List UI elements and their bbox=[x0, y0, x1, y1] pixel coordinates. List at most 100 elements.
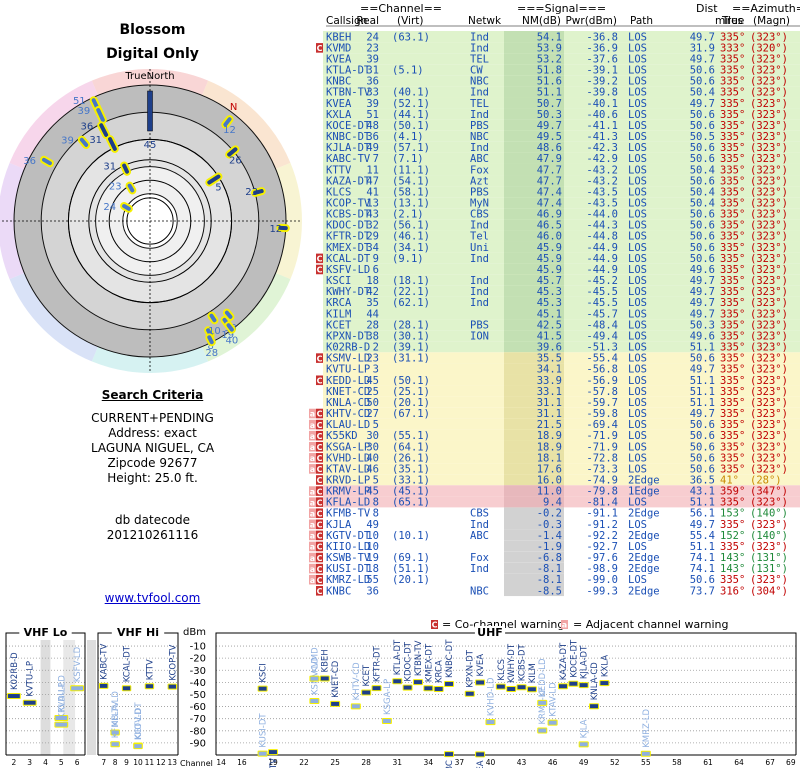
badge-letter: a bbox=[310, 443, 315, 452]
radar-marker-label: 39 bbox=[61, 136, 74, 147]
badge-letter: C bbox=[317, 498, 323, 507]
table-column-header: (Virt) bbox=[397, 15, 424, 27]
signal-mark bbox=[8, 694, 20, 699]
signal-mark-label: KHTV-CD bbox=[352, 662, 362, 700]
signal-mark-label: KTAV-LD bbox=[549, 682, 559, 717]
badge-letter: C bbox=[317, 476, 323, 485]
badge-letter: C bbox=[317, 543, 323, 552]
table-group-signal: ===Signal=== bbox=[517, 2, 606, 15]
signal-mark bbox=[310, 676, 319, 681]
x-tick-label: 2 bbox=[12, 758, 17, 767]
table-path: 2Edge bbox=[628, 585, 660, 597]
signal-mark bbox=[507, 687, 516, 692]
badge-letter: a bbox=[310, 487, 315, 496]
panel-title: UHF bbox=[477, 626, 503, 639]
signal-mark bbox=[362, 690, 371, 695]
signal-mark bbox=[393, 679, 402, 684]
legend-adjacent-letter: a bbox=[562, 621, 567, 630]
x-tick-label: 5 bbox=[59, 758, 64, 767]
signal-mark-label: KMRZ-LD bbox=[642, 708, 652, 747]
badge-letter: C bbox=[317, 454, 323, 463]
y-tick-label: -60 bbox=[190, 702, 206, 713]
signal-mark-label: KRCA bbox=[435, 660, 445, 683]
panel-title: VHF Hi bbox=[117, 626, 159, 639]
signal-mark bbox=[351, 704, 360, 709]
signal-mark-label: KDOC-DT bbox=[404, 641, 414, 681]
table-azimuth-magnetic: (304°) bbox=[750, 585, 788, 597]
badge-letter: a bbox=[310, 521, 315, 530]
table-column-header: Path bbox=[630, 15, 653, 27]
signal-mark-label: KCET bbox=[362, 664, 372, 686]
signal-mark bbox=[258, 686, 267, 691]
table-group-channel: ==Channel== bbox=[360, 2, 442, 15]
radar-marker-label: 31 bbox=[103, 162, 116, 173]
table-virtual-channel: (31.1) bbox=[392, 353, 430, 365]
signal-mark-label: KCBS-DT bbox=[518, 643, 528, 681]
signal-mark-label: KCAL-DT bbox=[123, 645, 133, 682]
signal-mark bbox=[569, 681, 578, 686]
signal-mark bbox=[71, 686, 83, 691]
y-tick-label: -50 bbox=[190, 690, 206, 701]
signal-mark-label: KOCE-DT bbox=[569, 639, 579, 678]
legend-cochannel-letter: C bbox=[432, 621, 438, 630]
signal-mark bbox=[641, 751, 650, 756]
signal-mark-label: KVHD-LD bbox=[486, 677, 496, 716]
x-tick-label: 7 bbox=[101, 758, 106, 767]
signal-mark-label: KXLA bbox=[600, 655, 610, 677]
radar-marker bbox=[127, 183, 135, 193]
badge-letter: a bbox=[310, 498, 315, 507]
criteria-datecode: 201210261116 bbox=[106, 528, 199, 542]
magnetic-north-label: N bbox=[230, 102, 237, 113]
badge-letter: a bbox=[310, 543, 315, 552]
signal-mark-label: KBEH bbox=[321, 649, 331, 672]
badge-letter: C bbox=[317, 565, 323, 574]
signal-mark bbox=[538, 700, 547, 705]
badge-letter: C bbox=[317, 432, 323, 441]
signal-mark-label: KWHY-DT bbox=[507, 643, 517, 683]
signal-mark bbox=[434, 687, 443, 692]
radar-marker-label: 5 bbox=[215, 183, 221, 194]
x-tick-label: 58 bbox=[672, 758, 682, 767]
signal-mark-label: KMEX-DT bbox=[424, 643, 434, 682]
signal-mark-label: KVEA bbox=[476, 654, 486, 677]
signal-mark-label: K02RB-D bbox=[10, 652, 20, 690]
signal-mark bbox=[403, 685, 412, 690]
x-tick-label: 6 bbox=[75, 758, 80, 767]
criteria-city: LAGUNA NIGUEL, CA bbox=[90, 441, 215, 455]
criteria-address: Address: exact bbox=[108, 426, 197, 440]
signal-mark bbox=[517, 685, 526, 690]
signal-mark-label: KSFV-LD bbox=[73, 646, 83, 682]
badge-letter: C bbox=[317, 532, 323, 541]
x-tick-label: 64 bbox=[734, 758, 744, 767]
badge-letter: C bbox=[317, 554, 323, 563]
y-tick-label: -20 bbox=[190, 654, 206, 665]
signal-mark-label: KVEA bbox=[476, 760, 486, 768]
y-axis-label: dBm bbox=[183, 627, 206, 638]
signal-mark-label: KVMD bbox=[310, 647, 320, 673]
radar-marker-label: 23 bbox=[245, 187, 258, 198]
signal-mark-label: KAZA-DT bbox=[559, 642, 569, 680]
x-tick-label: 4 bbox=[43, 758, 48, 767]
table-network: ION bbox=[470, 330, 489, 342]
tvfool-link[interactable]: www.tvfool.com bbox=[0, 591, 305, 605]
badge-letter: C bbox=[317, 509, 323, 518]
table-group-azimuth: ==Azimuth== bbox=[732, 2, 800, 15]
radar-marker bbox=[122, 163, 130, 174]
signal-mark-label: KIIO-LD bbox=[134, 708, 144, 740]
badge-letter: C bbox=[317, 266, 323, 275]
table-callsign: KNBC bbox=[326, 585, 351, 597]
signal-mark-label: KJLA-DT bbox=[580, 645, 590, 679]
signal-mark-label: KNET-CD bbox=[331, 660, 341, 698]
badge-letter: C bbox=[317, 410, 323, 419]
x-tick-label: 11 bbox=[145, 758, 155, 767]
signal-mark bbox=[558, 684, 567, 689]
signal-mark bbox=[258, 751, 267, 756]
signal-mark bbox=[168, 684, 176, 689]
signal-mark bbox=[145, 684, 154, 689]
table-virtual-channel: (20.1) bbox=[392, 574, 430, 586]
signal-mark bbox=[600, 681, 609, 686]
criteria-spacer bbox=[0, 486, 305, 513]
signal-mark-label: KNBC bbox=[445, 760, 455, 768]
radar-marker-label: 12 bbox=[223, 125, 236, 136]
table-virtual-channel: (65.1) bbox=[392, 497, 430, 509]
